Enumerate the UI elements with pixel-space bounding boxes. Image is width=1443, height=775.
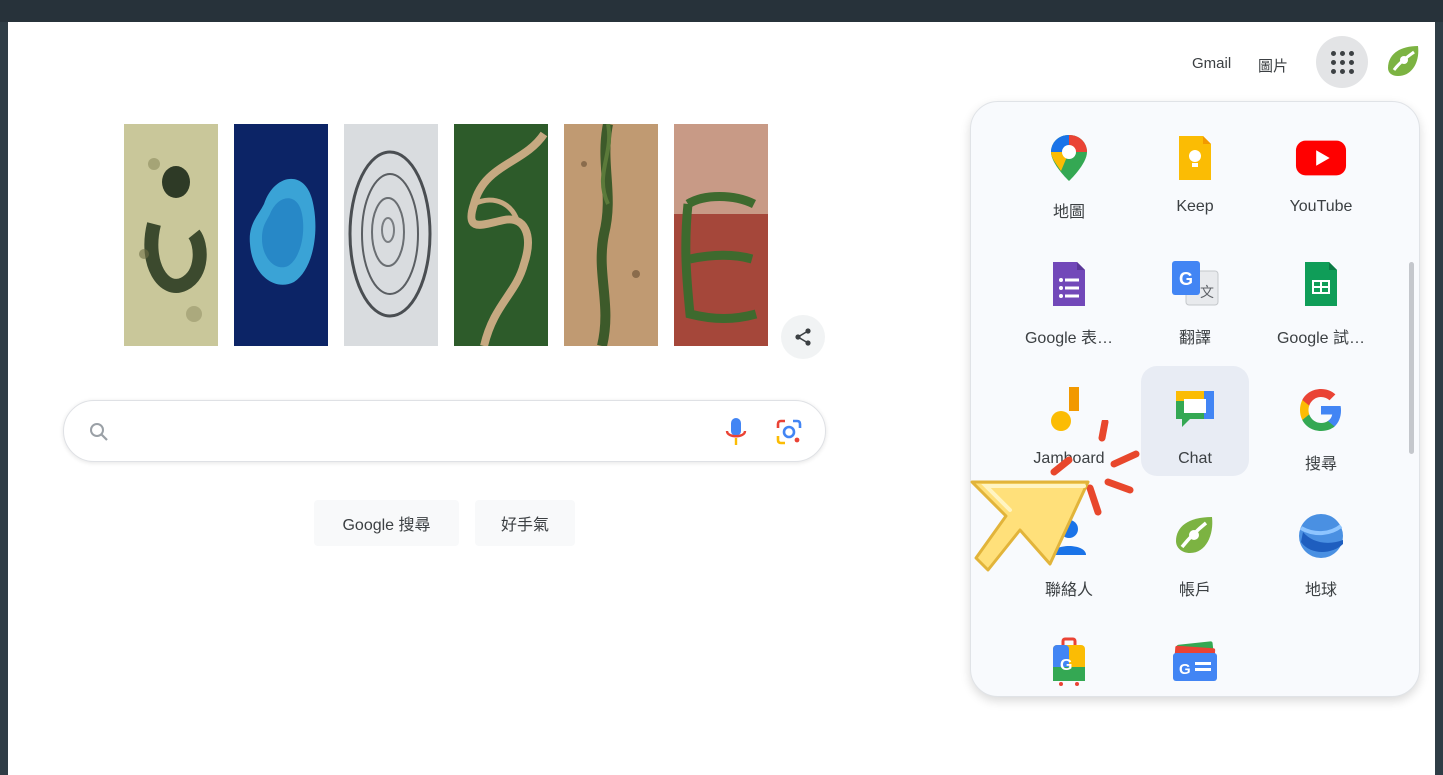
- app-label: 地圖: [1052, 204, 1085, 221]
- app-forms[interactable]: Google 表…: [1015, 240, 1123, 350]
- svg-text:G: G: [1179, 269, 1193, 289]
- app-translate[interactable]: G 文 翻譯: [1141, 240, 1249, 350]
- app-account[interactable]: 帳戶: [1141, 492, 1249, 602]
- browser-top-strip: [0, 0, 1443, 22]
- sheets-icon: [1295, 258, 1347, 310]
- share-icon: [795, 328, 811, 346]
- app-label: YouTube: [1289, 198, 1353, 215]
- app-maps[interactable]: 地圖: [1015, 114, 1123, 224]
- app-youtube[interactable]: YouTube: [1267, 114, 1375, 224]
- app-travel[interactable]: G: [1015, 618, 1123, 696]
- forms-icon: [1043, 258, 1095, 310]
- news-icon: G: [1169, 636, 1221, 688]
- earth-icon: [1295, 510, 1347, 562]
- search-icon: [90, 423, 108, 441]
- app-google-search[interactable]: 搜尋: [1267, 366, 1375, 476]
- travel-icon: G: [1043, 636, 1095, 688]
- google-search-icon: [1295, 384, 1347, 436]
- apps-grid-icon: [1330, 50, 1354, 74]
- app-label: 地球: [1304, 582, 1337, 599]
- youtube-icon: [1295, 132, 1347, 184]
- keep-icon: [1169, 132, 1221, 184]
- app-sheets[interactable]: Google 試…: [1267, 240, 1375, 350]
- gmail-link[interactable]: Gmail: [1192, 55, 1231, 72]
- panel-scrollbar[interactable]: [1409, 262, 1414, 454]
- google-lens-icon[interactable]: [776, 419, 802, 445]
- app-label: 搜尋: [1304, 456, 1337, 473]
- click-pointer-icon: [966, 418, 1156, 615]
- translate-icon: G 文: [1169, 258, 1221, 310]
- google-homepage: Gmail 圖片 Google 搜尋 好手氣 地圖 Keep YouTube G…: [8, 22, 1435, 775]
- app-label: Google 試…: [1276, 330, 1366, 347]
- doodle-share-button[interactable]: [781, 315, 825, 359]
- app-label: Google 表…: [1024, 330, 1114, 347]
- doodle-letter-e[interactable]: [674, 124, 768, 346]
- account-icon: [1169, 510, 1221, 562]
- apps-grid-button[interactable]: [1316, 36, 1368, 88]
- svg-text:G: G: [1060, 657, 1072, 674]
- doodle-letter-l[interactable]: [564, 123, 658, 348]
- app-label: 帳戶: [1178, 582, 1211, 599]
- app-earth[interactable]: 地球: [1267, 492, 1375, 602]
- svg-text:文: 文: [1200, 285, 1214, 301]
- app-label: 翻譯: [1178, 330, 1211, 347]
- google-search-button[interactable]: Google 搜尋: [314, 500, 459, 546]
- app-chat[interactable]: Chat: [1141, 366, 1249, 476]
- doodle-letter-o-2[interactable]: [344, 124, 438, 346]
- app-keep[interactable]: Keep: [1141, 114, 1249, 224]
- microphone-icon[interactable]: [724, 417, 748, 447]
- search-box[interactable]: [63, 400, 826, 462]
- doodle-letter-g[interactable]: [124, 124, 218, 346]
- app-label: Keep: [1176, 198, 1214, 215]
- app-label: Chat: [1178, 450, 1212, 467]
- chat-icon: [1169, 384, 1221, 436]
- feeling-lucky-button[interactable]: 好手氣: [475, 500, 575, 546]
- maps-icon: [1043, 132, 1095, 184]
- search-input[interactable]: [124, 415, 704, 449]
- doodle-letter-g-2[interactable]: [454, 124, 548, 347]
- images-link[interactable]: 圖片: [1258, 55, 1288, 76]
- svg-text:G: G: [1179, 661, 1191, 678]
- app-news[interactable]: G: [1141, 618, 1249, 696]
- doodle-letter-o[interactable]: [234, 124, 328, 346]
- account-avatar-icon[interactable]: [1382, 40, 1426, 84]
